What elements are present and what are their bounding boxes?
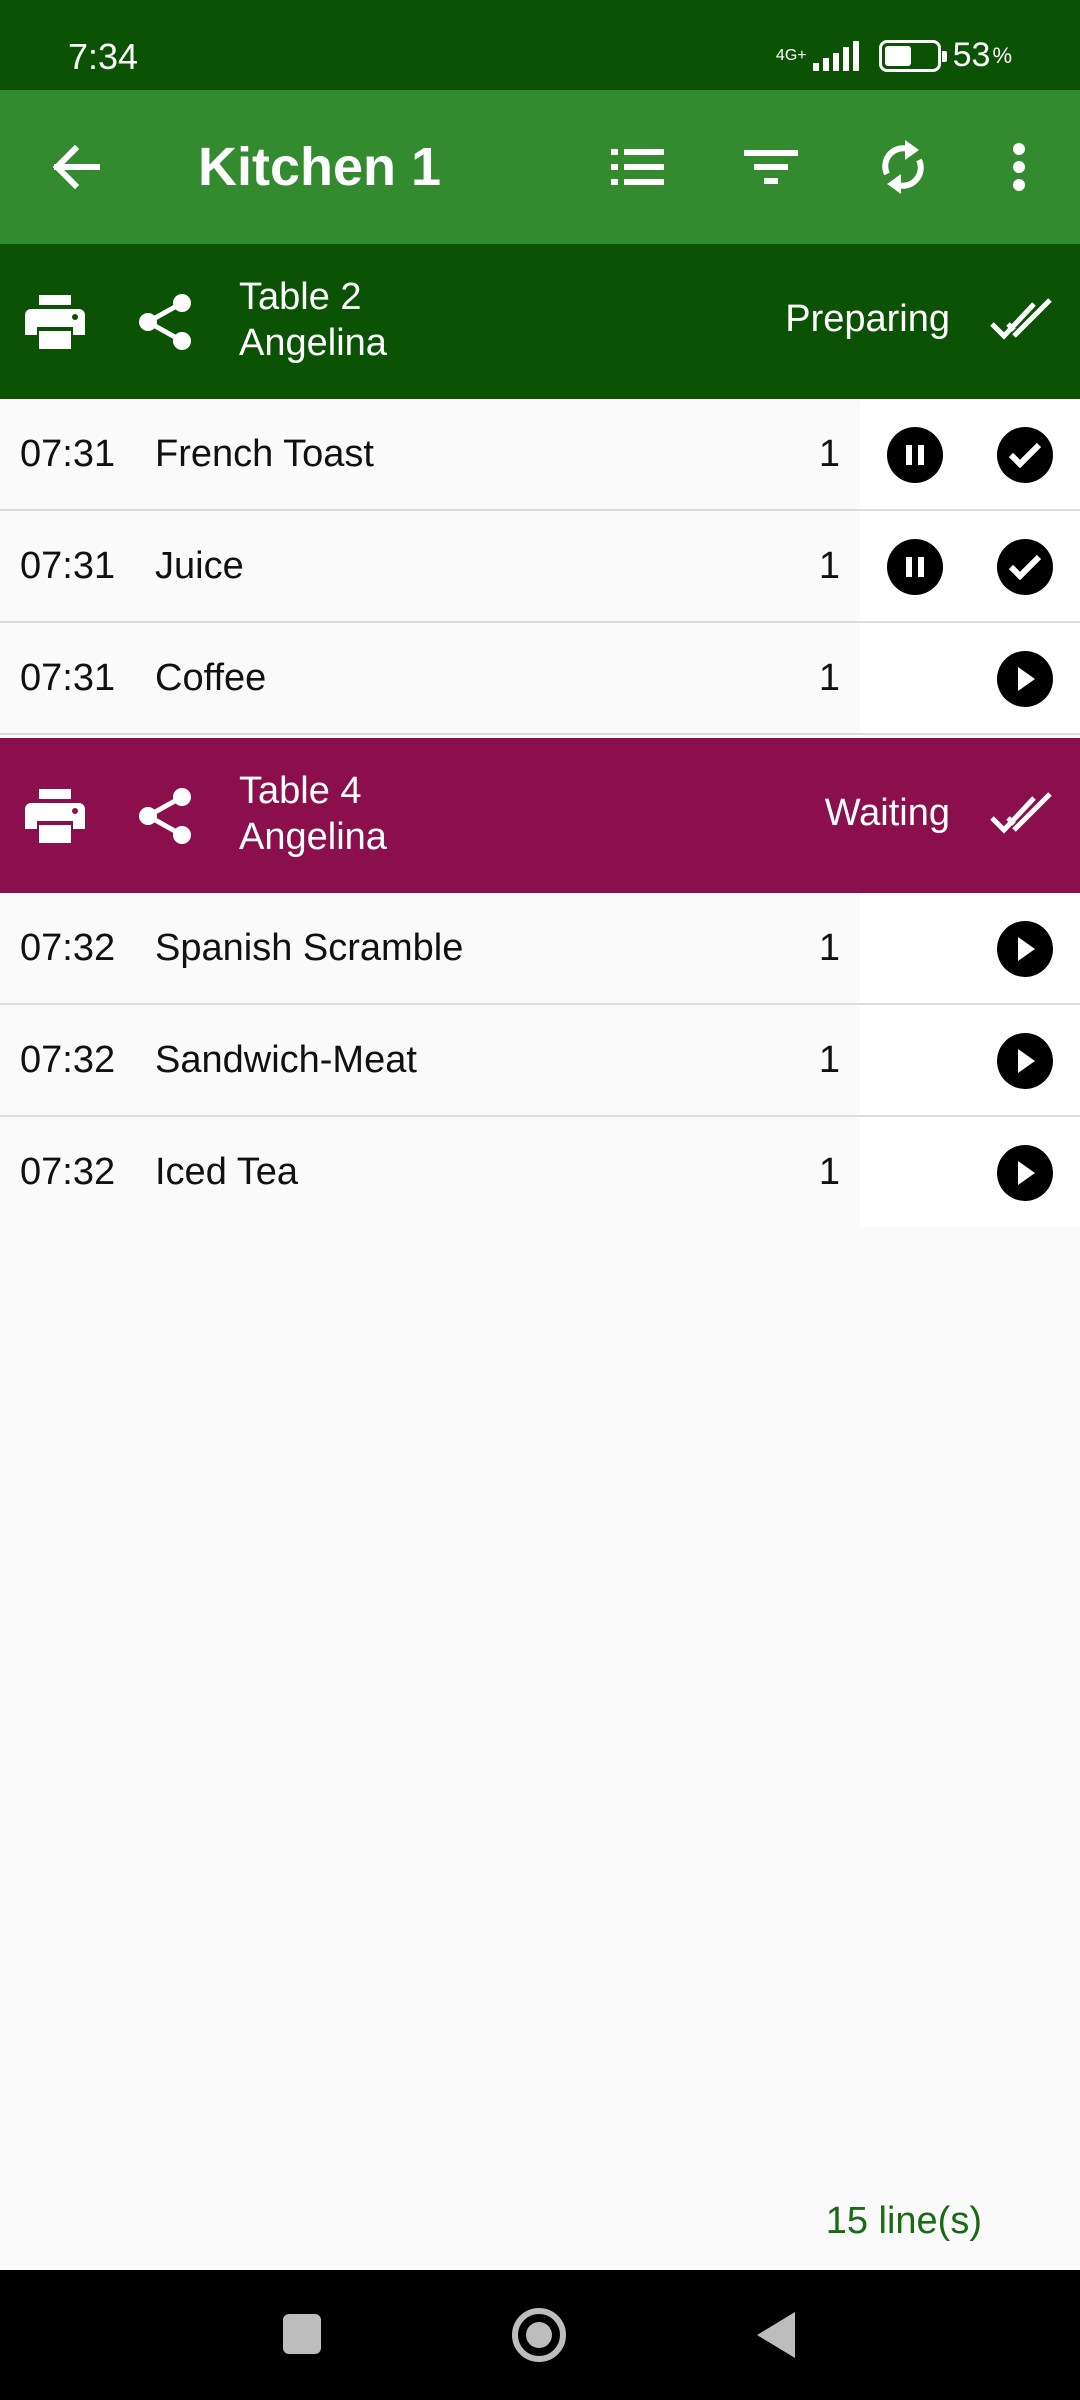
network-type: 4G+ — [775, 46, 807, 64]
item-quantity: 1 — [818, 657, 840, 699]
waiter-name: Angelina — [239, 322, 387, 364]
filter-icon[interactable] — [741, 137, 801, 197]
item-name: French Toast — [155, 433, 374, 475]
list-item: 07:32 Sandwich-Meat 1 — [0, 1005, 1080, 1117]
item-time: 07:32 — [20, 1039, 116, 1081]
status-bar: 7:34 4G+ 53 % — [0, 0, 1080, 90]
item-name: Coffee — [155, 657, 267, 699]
sync-icon[interactable] — [873, 137, 933, 197]
item-quantity: 1 — [818, 545, 840, 587]
app-bar: Kitchen 1 — [0, 90, 1080, 244]
item-time: 07:32 — [20, 927, 116, 969]
battery-percent-sign: % — [992, 42, 1012, 68]
item-time: 07:31 — [20, 545, 116, 587]
list-item: 07:32 Iced Tea 1 — [0, 1117, 1080, 1229]
item-time: 07:31 — [20, 433, 116, 475]
check-icon[interactable] — [997, 539, 1053, 595]
item-quantity: 1 — [818, 1039, 840, 1081]
item-name: Iced Tea — [155, 1151, 298, 1193]
share-icon[interactable] — [134, 291, 196, 353]
order-group-header: Table 4 Angelina Waiting — [0, 738, 1080, 893]
item-time: 07:31 — [20, 657, 116, 699]
list-item: 07:31 Coffee 1 — [0, 623, 1080, 735]
battery-percent: 53 — [952, 36, 991, 74]
pause-icon[interactable] — [887, 539, 943, 595]
order-group-info: Table 4 Angelina — [239, 768, 387, 860]
item-quantity: 1 — [818, 927, 840, 969]
table-label: Table 2 — [239, 276, 362, 318]
pause-icon[interactable] — [887, 427, 943, 483]
table-label: Table 4 — [239, 770, 362, 812]
item-quantity: 1 — [818, 433, 840, 475]
recents-icon[interactable] — [283, 2314, 321, 2354]
item-quantity: 1 — [818, 1151, 840, 1193]
list-icon[interactable] — [608, 137, 668, 197]
item-name: Juice — [155, 545, 244, 587]
status-badge[interactable]: Preparing — [785, 298, 950, 341]
play-icon[interactable] — [997, 1145, 1053, 1201]
status-indicators: 4G+ 53 % — [776, 36, 1012, 75]
done-all-icon[interactable] — [990, 296, 1056, 346]
item-name: Spanish Scramble — [155, 927, 464, 969]
signal-icon — [812, 40, 859, 71]
print-icon[interactable] — [24, 291, 86, 353]
share-icon[interactable] — [134, 785, 196, 847]
play-icon[interactable] — [997, 651, 1053, 707]
waiter-name: Angelina — [239, 816, 387, 858]
line-count: 15 line(s) — [825, 2200, 982, 2242]
back-icon[interactable] — [757, 2312, 795, 2358]
order-group-info: Table 2 Angelina — [239, 274, 387, 366]
done-all-icon[interactable] — [990, 790, 1056, 840]
status-time: 7:34 — [68, 36, 139, 77]
check-icon[interactable] — [997, 427, 1053, 483]
page-title: Kitchen 1 — [198, 137, 442, 197]
status-badge[interactable]: Waiting — [825, 792, 950, 835]
order-group-header: Table 2 Angelina Preparing — [0, 244, 1080, 399]
arrow-back-icon[interactable] — [46, 137, 106, 197]
list-item: 07:32 Spanish Scramble 1 — [0, 893, 1080, 1005]
item-name: Sandwich-Meat — [155, 1039, 417, 1081]
home-icon[interactable] — [512, 2308, 566, 2362]
system-nav-bar — [0, 2270, 1080, 2400]
list-item: 07:31 French Toast 1 — [0, 399, 1080, 511]
item-time: 07:32 — [20, 1151, 116, 1193]
more-vert-icon[interactable] — [989, 137, 1049, 197]
play-icon[interactable] — [997, 921, 1053, 977]
battery-icon — [878, 39, 947, 72]
play-icon[interactable] — [997, 1033, 1053, 1089]
list-item: 07:31 Juice 1 — [0, 511, 1080, 623]
print-icon[interactable] — [24, 785, 86, 847]
